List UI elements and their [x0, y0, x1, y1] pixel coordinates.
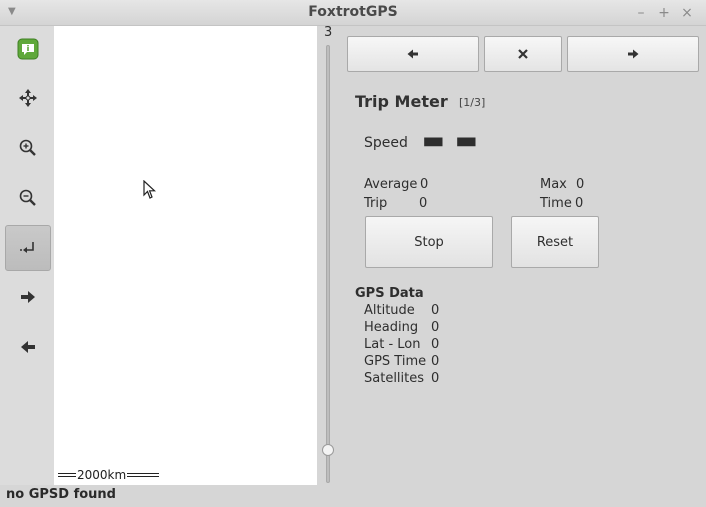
status-bar: no GPSD found	[0, 485, 706, 507]
speed-value: ▬ ▬	[422, 126, 479, 154]
status-text: no GPSD found	[6, 487, 116, 502]
heading-value: 0	[431, 320, 440, 335]
trip-meter-count: [1/3]	[459, 96, 486, 109]
maximize-icon[interactable]: +	[655, 4, 673, 22]
back-button[interactable]	[5, 324, 51, 370]
autocenter-button[interactable]	[5, 225, 51, 271]
clear-button[interactable]	[484, 36, 562, 72]
info-icon	[17, 38, 39, 60]
close-icon[interactable]: ×	[678, 4, 696, 22]
left-toolbar	[0, 26, 54, 485]
arrow-right-icon	[628, 49, 639, 59]
gps-time-label: GPS Time	[364, 354, 427, 369]
zoom-in-icon	[19, 139, 36, 156]
trip-meter-title: Trip Meter	[355, 92, 448, 111]
satellites-value: 0	[431, 371, 440, 386]
time-value: 0	[575, 196, 584, 211]
minimize-icon[interactable]: –	[632, 4, 650, 22]
average-label: Average	[364, 177, 418, 192]
mouse-cursor-icon	[143, 180, 157, 199]
scale-label: 2000km	[77, 468, 127, 482]
move-icon	[19, 89, 37, 107]
time-label: Time	[540, 196, 572, 211]
next-button[interactable]	[567, 36, 699, 72]
scale-bar-left	[58, 473, 76, 477]
title-bar: ▼ FoxtrotGPS – + ×	[0, 0, 706, 26]
arrow-right-icon	[21, 291, 35, 303]
map-scale: 2000km	[58, 468, 160, 482]
speed-label: Speed	[364, 135, 408, 151]
map-view[interactable]: 2000km	[54, 26, 317, 485]
stop-button[interactable]: Stop	[365, 216, 493, 268]
zoom-slider-handle[interactable]	[322, 444, 334, 456]
satellites-label: Satellites	[364, 371, 425, 386]
move-button[interactable]	[5, 75, 51, 121]
zoom-slider[interactable]	[326, 45, 330, 483]
altitude-value: 0	[431, 303, 440, 318]
trip-value: 0	[419, 196, 428, 211]
average-value: 0	[420, 177, 429, 192]
zoom-out-button[interactable]	[5, 175, 51, 221]
scale-bar-right	[127, 473, 160, 477]
forward-button[interactable]	[5, 274, 51, 320]
max-label: Max	[540, 177, 567, 192]
info-button[interactable]	[5, 26, 51, 72]
lat-lon-label: Lat - Lon	[364, 337, 421, 352]
zoom-level-label: 3	[324, 25, 333, 40]
close-icon	[518, 49, 528, 59]
trip-label: Trip	[364, 196, 388, 211]
altitude-label: Altitude	[364, 303, 415, 318]
reset-button[interactable]: Reset	[511, 216, 599, 268]
autocenter-icon	[20, 242, 34, 253]
gps-time-value: 0	[431, 354, 440, 369]
zoom-out-icon	[19, 189, 36, 206]
trip-panel: Trip Meter [1/3] Speed ▬ ▬ Average 0 Max…	[340, 26, 706, 485]
lat-lon-value: 0	[431, 337, 440, 352]
max-value: 0	[576, 177, 585, 192]
heading-label: Heading	[364, 320, 419, 335]
zoom-in-button[interactable]	[5, 125, 51, 171]
window-title: FoxtrotGPS	[308, 4, 398, 20]
arrow-left-icon	[21, 341, 35, 353]
arrow-left-icon	[407, 49, 418, 59]
previous-button[interactable]	[347, 36, 479, 72]
gps-data-title: GPS Data	[355, 286, 424, 301]
